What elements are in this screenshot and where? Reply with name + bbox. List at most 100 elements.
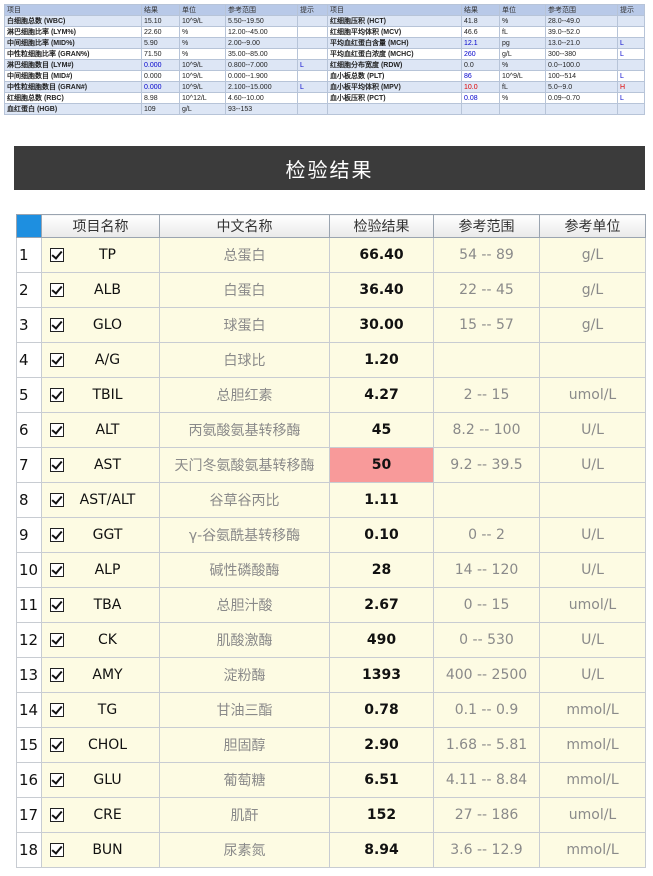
checkbox-checked-icon[interactable]	[50, 633, 64, 647]
cbc-row: 血红蛋白 (HGB) 109 g/L 93--153	[4, 103, 645, 115]
checkbox-checked-icon[interactable]	[50, 493, 64, 507]
cbc-item-name: 红细胞总数 (RBC)	[4, 92, 142, 104]
cbc-item-value: 0.08	[461, 92, 500, 104]
checkbox-checked-icon[interactable]	[50, 843, 64, 857]
cbc-item-value: 8.98	[141, 92, 180, 104]
item-chinese-name: 总蛋白	[159, 237, 330, 273]
header-result[interactable]: 检验结果	[329, 214, 434, 238]
item-chinese-name: 尿素氮	[159, 832, 330, 868]
cbc-item-unit: pg	[499, 37, 546, 49]
cbc-item-range: 39.0--52.0	[545, 26, 618, 38]
cbc-item-name: 血小板压积 (PCT)	[327, 92, 462, 104]
cbc-item-name: 淋巴细胞数目 (LYM#)	[4, 59, 142, 71]
checkbox-checked-icon[interactable]	[50, 563, 64, 577]
cbc-item-name: 中间细胞比率 (MID%)	[4, 37, 142, 49]
result-row[interactable]: 16 GLU 葡萄糖 6.51 4.11 -- 8.84 mmol/L	[16, 762, 646, 798]
cbc-item-value: 5.90	[141, 37, 180, 49]
select-all-corner[interactable]	[16, 214, 42, 238]
item-code: A/G	[94, 352, 121, 368]
checkbox-checked-icon[interactable]	[50, 528, 64, 542]
cbc-row: 中性粒细胞比率 (GRAN%) 71.50% 35.00--85.00 平均血红蛋白浓…	[4, 48, 645, 60]
item-code-wrap: AST	[43, 457, 159, 473]
item-unit: umol/L	[539, 587, 646, 623]
result-row[interactable]: 7 AST 天门冬氨酸氨基转移酶 50 9.2 -- 39.5 U/L	[16, 447, 646, 483]
item-code-cell: AST	[41, 447, 160, 483]
item-chinese-name: 天门冬氨酸氨基转移酶	[159, 447, 330, 483]
checkbox-checked-icon[interactable]	[50, 423, 64, 437]
cbc-row: 中间细胞数目 (MID#) 0.000 10^9/L 0.000--1.900 血小板总…	[4, 70, 645, 82]
header-cname[interactable]: 中文名称	[159, 214, 330, 238]
checkbox-checked-icon[interactable]	[50, 598, 64, 612]
row-number: 8	[16, 482, 42, 518]
result-row[interactable]: 13 AMY 淀粉酶 1393 400 -- 2500 U/L	[16, 657, 646, 693]
result-row[interactable]: 11 TBA 总胆汁酸 2.67 0 -- 15 umol/L	[16, 587, 646, 623]
checkbox-checked-icon[interactable]	[50, 248, 64, 262]
item-reference-range: 54 -- 89	[433, 237, 540, 273]
row-number: 4	[16, 342, 42, 378]
result-row[interactable]: 14 TG 甘油三酯 0.78 0.1 -- 0.9 mmol/L	[16, 692, 646, 728]
row-number: 17	[16, 797, 42, 833]
result-row[interactable]: 17 CRE 肌酐 152 27 -- 186 umol/L	[16, 797, 646, 833]
cbc-item-flag	[297, 103, 328, 115]
row-number: 10	[16, 552, 42, 588]
result-row[interactable]: 1 TP 总蛋白 66.40 54 -- 89 g/L	[16, 237, 646, 273]
cbc-item-name: 淋巴细胞比率 (LYM%)	[4, 26, 142, 38]
cbc-item-range: 0.0--100.0	[545, 59, 618, 71]
item-reference-range: 9.2 -- 39.5	[433, 447, 540, 483]
checkbox-checked-icon[interactable]	[50, 353, 64, 367]
item-reference-range: 0 -- 530	[433, 622, 540, 658]
result-row[interactable]: 6 ALT 丙氨酸氨基转移酶 45 8.2 -- 100 U/L	[16, 412, 646, 448]
result-row[interactable]: 3 GLO 球蛋白 30.00 15 -- 57 g/L	[16, 307, 646, 343]
row-number: 3	[16, 307, 42, 343]
checkbox-checked-icon[interactable]	[50, 668, 64, 682]
cbc-item-name: 血小板平均体积 (MPV)	[327, 81, 462, 93]
result-row[interactable]: 18 BUN 尿素氮 8.94 3.6 -- 12.9 mmol/L	[16, 832, 646, 868]
cbc-header-cell: 项目	[4, 4, 142, 16]
checkbox-checked-icon[interactable]	[50, 283, 64, 297]
cbc-item-range: 13.0--21.0	[545, 37, 618, 49]
cbc-item-flag	[617, 103, 645, 115]
cbc-header-cell: 结果	[461, 4, 500, 16]
checkbox-checked-icon[interactable]	[50, 773, 64, 787]
item-result: 0.78	[329, 692, 434, 728]
item-chinese-name: 白蛋白	[159, 272, 330, 308]
row-number: 5	[16, 377, 42, 413]
result-row[interactable]: 5 TBIL 总胆红素 4.27 2 -- 15 umol/L	[16, 377, 646, 413]
item-code-cell: TBIL	[41, 377, 160, 413]
item-code: ALP	[94, 562, 121, 578]
checkbox-checked-icon[interactable]	[50, 458, 64, 472]
item-chinese-name: 丙氨酸氨基转移酶	[159, 412, 330, 448]
item-result: 36.40	[329, 272, 434, 308]
cbc-item-range: 12.00--45.00	[225, 26, 298, 38]
result-row[interactable]: 4 A/G 白球比 1.20	[16, 342, 646, 378]
result-row[interactable]: 10 ALP 碱性磷酸酶 28 14 -- 120 U/L	[16, 552, 646, 588]
header-range[interactable]: 参考范围	[433, 214, 540, 238]
header-code[interactable]: 项目名称	[41, 214, 160, 238]
item-unit: U/L	[539, 517, 646, 553]
cbc-item-value: 22.60	[141, 26, 180, 38]
cbc-item-value: 46.6	[461, 26, 500, 38]
result-row[interactable]: 2 ALB 白蛋白 36.40 22 -- 45 g/L	[16, 272, 646, 308]
cbc-header-cell: 参考范围	[225, 4, 298, 16]
cbc-item-name: 中间细胞数目 (MID#)	[4, 70, 142, 82]
result-row[interactable]: 15 CHOL 胆固醇 2.90 1.68 -- 5.81 mmol/L	[16, 727, 646, 763]
header-unit[interactable]: 参考单位	[539, 214, 646, 238]
item-code-wrap: AST/ALT	[43, 492, 159, 508]
item-code-cell: GLO	[41, 307, 160, 343]
cbc-table: 项目 结果 单位 参考范围 提示 项目 结果 单位 参考范围 提示 白细胞总数 (WBC) 15.1…	[4, 4, 645, 115]
item-code: GGT	[92, 527, 123, 543]
cbc-item-value: 0.000	[141, 70, 180, 82]
checkbox-checked-icon[interactable]	[50, 703, 64, 717]
item-result: 28	[329, 552, 434, 588]
checkbox-checked-icon[interactable]	[50, 808, 64, 822]
cbc-item-range: 35.00--85.00	[225, 48, 298, 60]
checkbox-checked-icon[interactable]	[50, 388, 64, 402]
item-reference-range: 400 -- 2500	[433, 657, 540, 693]
checkbox-checked-icon[interactable]	[50, 318, 64, 332]
result-row[interactable]: 8 AST/ALT 谷草谷丙比 1.11	[16, 482, 646, 518]
result-row[interactable]: 12 CK 肌酸激酶 490 0 -- 530 U/L	[16, 622, 646, 658]
result-row[interactable]: 9 GGT γ-谷氨酰基转移酶 0.10 0 -- 2 U/L	[16, 517, 646, 553]
cbc-header-cell: 提示	[617, 4, 645, 16]
cbc-row: 中性粒细胞数目 (GRAN#) 0.000 10^9/L 2.100--15.000 L…	[4, 81, 645, 93]
checkbox-checked-icon[interactable]	[50, 738, 64, 752]
